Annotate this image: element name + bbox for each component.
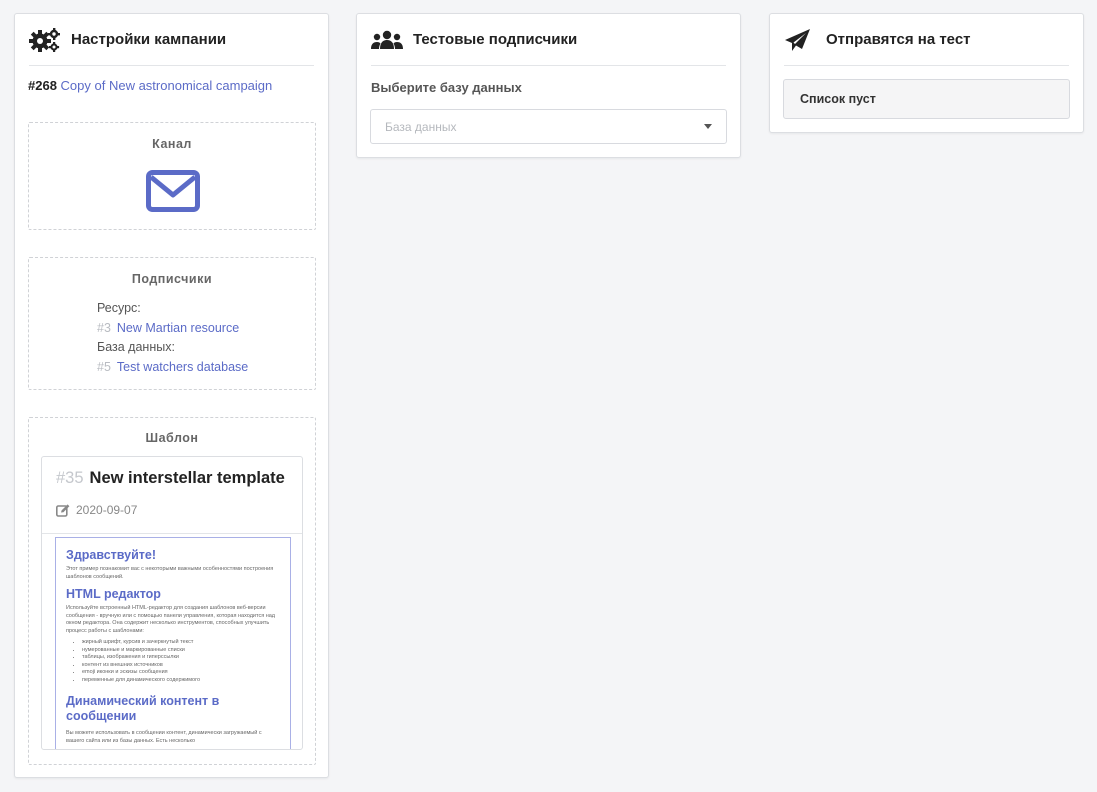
preview-list-item: жирный шрифт, курсив и зачеркнутый текст: [82, 639, 280, 647]
send-test-card: Отправятся на тест Список пуст: [769, 13, 1084, 133]
paper-plane-icon: [784, 28, 816, 52]
template-preview: Здравствуйте! Этот пример познакомит вас…: [55, 537, 291, 749]
campaign-settings-card: Настройки кампании #268 Copy of New astr…: [14, 13, 329, 778]
chevron-down-icon: [704, 124, 712, 129]
template-box: Шаблон #35 New interstellar template 2020…: [28, 417, 316, 765]
template-divider: [42, 533, 302, 534]
database-id: #5: [97, 359, 111, 374]
database-label: База данных:: [97, 340, 175, 354]
campaign-number: #268: [28, 78, 57, 93]
send-test-header: Отправятся на тест: [784, 14, 1069, 66]
template-title: Шаблон: [145, 431, 199, 445]
resource-label: Ресурс:: [97, 301, 141, 315]
preview-heading-2: HTML редактор: [66, 587, 161, 601]
database-select[interactable]: База данных: [370, 109, 727, 144]
test-subscribers-card: Тестовые подписчики Выберите базу данных…: [356, 13, 741, 158]
preview-paragraph-3: Вы можете использовать в сообщении конте…: [66, 730, 262, 744]
template-id: #35: [56, 469, 84, 487]
template-card[interactable]: #35 New interstellar template 2020-09-07 …: [41, 456, 303, 750]
resource-row: #3 New Martian resource: [97, 319, 248, 339]
preview-heading-1: Здравствуйте!: [66, 548, 157, 562]
database-link[interactable]: Test watchers database: [117, 360, 248, 374]
empty-list-message: Список пуст: [783, 79, 1070, 119]
preview-list-item: таблицы, изображения и гиперссылки: [82, 654, 280, 662]
preview-paragraph-1: Этот пример познакомит вас с некоторыми …: [66, 566, 274, 580]
template-date: 2020-09-07: [76, 503, 138, 517]
test-subscribers-header: Тестовые подписчики: [371, 14, 726, 66]
preview-paragraph-2: Используйте встроенный HTML-редактор для…: [66, 605, 276, 634]
preview-list-item: контент из внешних источников: [82, 662, 280, 670]
preview-list-item: переменные для динамического содержимого: [82, 677, 280, 685]
edit-icon: [56, 503, 70, 517]
campaign-settings-title: Настройки кампании: [71, 31, 227, 48]
resource-link[interactable]: New Martian resource: [117, 321, 239, 335]
test-subscribers-title: Тестовые подписчики: [413, 31, 578, 48]
template-date-row: 2020-09-07: [56, 503, 137, 517]
subscribers-box: Подписчики Ресурс: #3 New Martian resourc…: [28, 257, 316, 390]
database-row: #5 Test watchers database: [97, 358, 248, 378]
campaign-settings-header: Настройки кампании: [29, 14, 314, 66]
gears-icon: [29, 27, 61, 52]
subscribers-info: Ресурс: #3 New Martian resource База данн…: [97, 299, 248, 377]
send-test-title: Отправятся на тест: [826, 31, 971, 48]
users-icon: [371, 28, 403, 52]
template-name-text: New interstellar template: [89, 469, 285, 487]
template-name[interactable]: #35 New interstellar template: [56, 469, 285, 488]
channel-box: Канал: [28, 122, 316, 230]
subscribers-title: Подписчики: [131, 272, 213, 286]
database-select-label: Выберите базу данных: [371, 80, 522, 95]
campaign-name-link[interactable]: Copy of New astronomical campaign: [61, 78, 273, 93]
preview-list-item: emoji иконки и эскизы сообщения: [82, 669, 280, 677]
channel-title: Канал: [152, 137, 192, 151]
envelope-icon: [146, 170, 200, 217]
resource-id: #3: [97, 320, 111, 335]
preview-list: жирный шрифт, курсив и зачеркнутый текст…: [82, 639, 280, 684]
campaign-line: #268 Copy of New astronomical campaign: [28, 78, 272, 93]
preview-heading-3: Динамический контент в сообщении: [66, 694, 220, 723]
database-select-placeholder: База данных: [385, 119, 457, 134]
preview-list-item: нумерованные и маркированные списки: [82, 647, 280, 655]
